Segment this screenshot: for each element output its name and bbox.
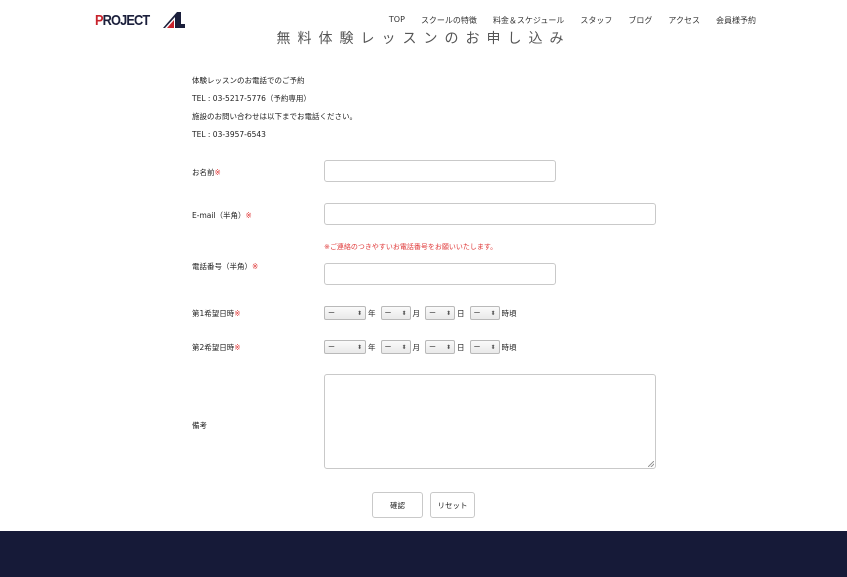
phone-note: ※ご連絡のつきやすいお電話番号をお願いいたします。 — [324, 243, 498, 251]
phone-input[interactable] — [324, 263, 556, 285]
resize-handle-icon[interactable] — [648, 461, 654, 467]
year-unit: 年 — [368, 342, 376, 352]
required-mark: ※ — [234, 343, 241, 352]
second-choice-datetime: ー ⬍ 年 ー ⬍ 月 ー ⬍ 日 ー ⬍ 時頃 — [324, 340, 520, 354]
select-arrow-icon: ⬍ — [401, 343, 407, 351]
second-year-select[interactable]: ー ⬍ — [324, 340, 366, 354]
select-arrow-icon: ⬍ — [490, 343, 496, 351]
logo[interactable]: PROJECT — [95, 10, 185, 30]
reservation-phone: TEL : 03-5217-5776（予約専用） — [192, 94, 311, 103]
site-footer — [0, 531, 847, 577]
month-unit: 月 — [412, 308, 421, 318]
nav-features[interactable]: スクールの特徴 — [421, 15, 477, 26]
reset-button[interactable]: リセット — [430, 492, 475, 518]
first-hour-select[interactable]: ー ⬍ — [469, 306, 500, 320]
facility-inquiry-text: 施設のお問い合わせは以下までお電話ください。 — [192, 112, 357, 121]
select-arrow-icon: ⬍ — [356, 343, 362, 351]
first-choice-datetime: ー ⬍ 年 ー ⬍ 月 ー ⬍ 日 ー ⬍ 時頃 — [324, 306, 520, 320]
logo-mark-icon — [162, 12, 185, 28]
select-arrow-icon: ⬍ — [401, 309, 407, 317]
remarks-textarea[interactable] — [324, 374, 656, 469]
second-month-select[interactable]: ー ⬍ — [380, 340, 411, 354]
day-unit: 日 — [457, 342, 465, 352]
first-day-select[interactable]: ー ⬍ — [425, 306, 455, 320]
select-arrow-icon: ⬍ — [490, 309, 496, 317]
second-choice-label: 第2希望日時※ — [192, 343, 241, 352]
nav-top[interactable]: TOP — [389, 15, 405, 26]
required-mark: ※ — [234, 309, 241, 318]
phone-reservation-heading: 体験レッスンのお電話でのご予約 — [192, 76, 305, 85]
nav-member-reservation[interactable]: 会員様予約 — [716, 15, 756, 26]
second-day-select[interactable]: ー ⬍ — [425, 340, 455, 354]
first-year-select[interactable]: ー ⬍ — [324, 306, 366, 320]
main-nav: TOP スクールの特徴 料金＆スケジュール スタッフ ブログ アクセス 会員様予… — [389, 15, 756, 26]
page-title: 無料体験レッスンのお申し込み — [276, 31, 571, 47]
remarks-label: 備考 — [192, 421, 207, 430]
nav-blog[interactable]: ブログ — [628, 15, 652, 26]
nav-staff[interactable]: スタッフ — [580, 15, 612, 26]
contact-info: 体験レッスンのお電話でのご予約 TEL : 03-5217-5776（予約専用）… — [192, 76, 357, 148]
day-unit: 日 — [457, 308, 465, 318]
select-arrow-icon: ⬍ — [445, 343, 451, 351]
year-unit: 年 — [368, 308, 376, 318]
required-mark: ※ — [245, 211, 252, 220]
logo-text: PROJECT — [95, 11, 150, 29]
facility-phone: TEL : 03-3957-6543 — [192, 130, 266, 139]
nav-access[interactable]: アクセス — [668, 15, 700, 26]
confirm-button[interactable]: 確認 — [372, 492, 423, 518]
email-input[interactable] — [324, 203, 656, 225]
email-label: E-mail（半角）※ — [192, 211, 252, 220]
name-input[interactable] — [324, 160, 556, 182]
select-arrow-icon: ⬍ — [445, 309, 451, 317]
name-label: お名前※ — [192, 168, 221, 177]
nav-pricing-schedule[interactable]: 料金＆スケジュール — [493, 15, 564, 26]
first-choice-label: 第1希望日時※ — [192, 309, 241, 318]
hour-unit: 時頃 — [501, 342, 517, 352]
month-unit: 月 — [412, 342, 421, 352]
required-mark: ※ — [214, 168, 221, 177]
hour-unit: 時頃 — [501, 308, 517, 318]
phone-label: 電話番号（半角）※ — [192, 262, 259, 271]
first-month-select[interactable]: ー ⬍ — [380, 306, 411, 320]
second-hour-select[interactable]: ー ⬍ — [469, 340, 500, 354]
required-mark: ※ — [252, 262, 259, 271]
select-arrow-icon: ⬍ — [356, 309, 362, 317]
